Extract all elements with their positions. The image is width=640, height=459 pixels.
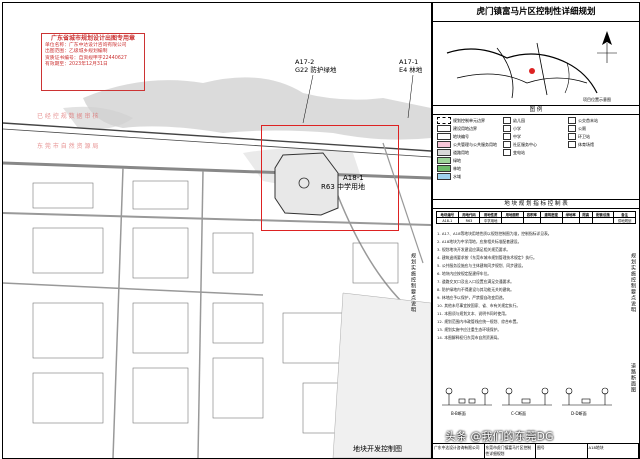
note-line: 11. 本图须与规划文本、说明书同时使用。 (437, 311, 509, 316)
legend-item: 小学 (503, 125, 521, 132)
note-line: 2. A18地块为中学用地，应按相关标准配套建设。 (437, 239, 522, 244)
note-line: 14. 本图解释权归东莞市自然资源局。 (437, 335, 502, 340)
legend-item: 社区服务中心 (503, 141, 537, 148)
map-area: 广东省城市规划设计出图专用章 单位名称：广东中达设计咨询有限公司 出图范围：乙级… (2, 2, 432, 459)
right-caption: 规划实施控制要点说明 (410, 253, 416, 313)
legend-swatch (437, 173, 451, 180)
legend-swatch (437, 165, 451, 172)
legend-swatch (437, 157, 451, 164)
title-block-cell: A18地块 (588, 444, 639, 458)
legend-item: 绿地 (437, 157, 461, 164)
title-block-cell: 图号 (536, 444, 588, 458)
legend-swatch (503, 125, 511, 132)
table-row: A18-1 R63 中学用地 供地规划 (436, 217, 636, 224)
bottom-caption: 地块开发控制图 (353, 445, 402, 453)
legend-item: 建设用地边界 (437, 125, 477, 132)
title-block: 广东中达设计咨询有限公司 东莞市虎门镇富马片区控制性详细规划 图号 A18地块 (433, 443, 639, 458)
legend-swatch (503, 133, 511, 140)
legend-swatch (437, 141, 451, 148)
legend-item: 地块编号 (437, 133, 469, 140)
legend-item: 公交首末站 (568, 117, 598, 124)
legend-item: 道路用地 (437, 149, 469, 156)
note-line: 7. 道路交叉口及出入口设置应满足交通要求。 (437, 279, 514, 284)
highlight-box (261, 125, 399, 231)
legend-swatch (437, 125, 451, 132)
road-section-label: D-D断面 (571, 411, 587, 416)
legend-item: 公厕 (568, 125, 586, 132)
index-table-heading: 地 块 规 划 指 标 控 制 表 (433, 199, 639, 209)
legend-swatch (437, 149, 451, 156)
note-line: 4. 建筑退线要求按《东莞市城市规划管理技术规定》执行。 (437, 255, 537, 260)
notes-heading: 规划实施控制要点说明 (630, 253, 636, 313)
legend-swatch (437, 117, 451, 124)
title-block-cell: 广东中达设计咨询有限公司 (433, 444, 485, 458)
note-line: 9. 林地应予以保护，严禁擅自改变用途。 (437, 295, 507, 300)
legend-swatch (568, 125, 576, 132)
road-section-label: C-C断面 (511, 411, 527, 416)
legend-swatch (568, 133, 576, 140)
note-line: 8. 防护绿地内不得建设与其功能无关的建筑。 (437, 287, 514, 292)
legend-swatch (503, 117, 511, 124)
legend-swatch (568, 141, 576, 148)
table-header-row: 地块编号 用地代码 用地性质 用地面积 容积率 建筑密度 绿地率 限高 配套设施… (436, 211, 636, 218)
legend-item: 变电站 (503, 149, 525, 156)
legend-item: 幼儿园 (503, 117, 525, 124)
road-section-heading: 道路断面图 (630, 363, 636, 393)
note-line: 6. 地块内应按规定配建停车位。 (437, 271, 492, 276)
location-map (446, 31, 617, 99)
note-line: 1. A17、A18等地块用地性质以规划控制图为准，控制指标详见表。 (437, 231, 552, 236)
legend-swatch (503, 141, 511, 148)
note-line: 12. 规划范围内市政管线应统一规划、综合布置。 (437, 319, 521, 324)
note-line: 5. 公共服务设施应与主体建筑同步规划、同步建设。 (437, 263, 526, 268)
legend-item: 水域 (437, 173, 461, 180)
legend-item: 林地 (437, 165, 461, 172)
legend-item: 规划控制单元边界 (437, 117, 485, 124)
note-line: 3. 规划地块开发建设应满足相关规范要求。 (437, 247, 511, 252)
watermark: 头条 @我们的东莞DG (445, 430, 554, 443)
legend-swatch (437, 133, 451, 140)
legend-item: 公共管理与公共服务用地 (437, 141, 497, 148)
legend-item: 体育场馆 (568, 141, 594, 148)
legend-heading: 图 例 (433, 105, 639, 115)
road-section-label: B-B断面 (451, 411, 466, 416)
info-panel: 虎门镇富马片区控制性详细规划 项目位置示意图 图 例 规划控制单元边界 建设用地… (432, 2, 640, 459)
legend-swatch (568, 117, 576, 124)
legend-item: 环卫站 (568, 133, 590, 140)
note-line: 10. 其他未尽事宜按国家、省、市有关规定执行。 (437, 303, 521, 308)
legend-swatch (503, 149, 511, 156)
title-block-cell: 东莞市虎门镇富马片区控制性详细规划 (485, 444, 536, 458)
index-table: 地块编号 用地代码 用地性质 用地面积 容积率 建筑密度 绿地率 限高 配套设施… (436, 211, 636, 224)
location-caption: 项目位置示意图 (583, 97, 611, 102)
note-line: 13. 规划实施中应注重生态环境保护。 (437, 327, 502, 332)
legend-item: 中学 (503, 133, 521, 140)
panel-title: 虎门镇富马片区控制性详细规划 (433, 3, 639, 22)
